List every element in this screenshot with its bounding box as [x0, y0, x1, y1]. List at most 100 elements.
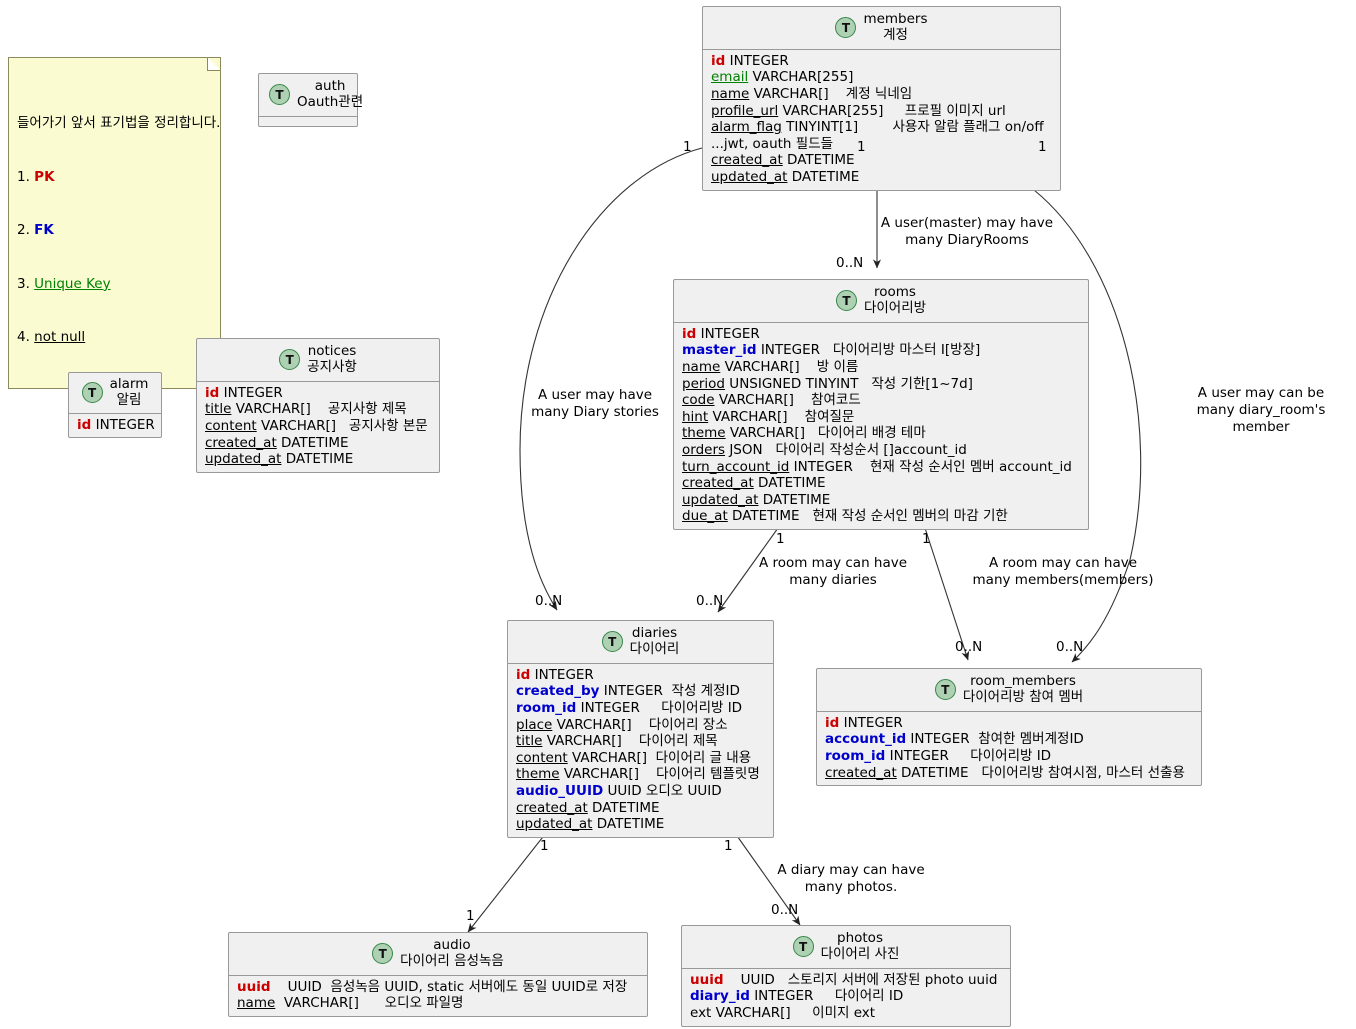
entity-photos-body: uuid UUID 스토리지 서버에 저장된 photo uuid diary_…	[682, 969, 1010, 1026]
field-row: theme VARCHAR[] 다이어리 템플릿명	[516, 766, 760, 783]
field-row: place VARCHAR[] 다이어리 장소	[516, 716, 728, 733]
entity-notices-name: notices	[307, 343, 357, 359]
mult-members-room-members-from: 1	[1038, 139, 1047, 155]
label-rooms-diaries: A room may can have many diaries	[758, 555, 908, 588]
entity-alarm-name: alarm	[109, 376, 149, 392]
field-row: room_id INTEGER 다이어리방 ID	[825, 748, 1052, 765]
entity-rooms-header: rooms 다이어리방	[674, 280, 1088, 323]
field-row: name VARCHAR[] 오디오 파일명	[237, 995, 464, 1012]
note-fold-corner	[207, 57, 221, 71]
field-row: created_at DATETIME 다이어리방 참여시점, 마스터 선출용	[825, 764, 1185, 781]
field-row: content VARCHAR[] 다이어리 글 내용	[516, 749, 752, 766]
mult-rooms-room-members-from: 1	[922, 531, 931, 547]
field-row: id INTEGER	[77, 416, 155, 433]
label-members-room-members: A user may can be many diary_room's memb…	[1196, 385, 1326, 435]
field-row: created_at DATETIME	[205, 434, 349, 451]
field-row: code VARCHAR[] 참여코드	[682, 392, 861, 409]
mult-rooms-diaries-to: 0..N	[696, 593, 724, 609]
entity-audio-name: audio	[433, 937, 471, 953]
field-row: ext VARCHAR[] 이미지 ext	[690, 1005, 876, 1022]
field-row: updated_at DATETIME	[205, 451, 354, 468]
field-row: uuid UUID 스토리지 서버에 저장된 photo uuid	[690, 971, 998, 988]
table-icon	[81, 382, 103, 404]
field-row: period UNSIGNED TINYINT 작성 기한[1~7d]	[682, 375, 973, 392]
field-row: hint VARCHAR[] 참여질문	[682, 408, 855, 425]
field-row: alarm_flag TINYINT[1] 사용자 알람 플래그 on/off	[711, 119, 1044, 136]
field-row: ...jwt, oauth 필드들	[711, 135, 834, 152]
field-row: name VARCHAR[] 방 이름	[682, 359, 859, 376]
field-row: due_at DATETIME 현재 작성 순서인 멤버의 마감 기한	[682, 508, 1008, 525]
entity-members-sub: 계정	[883, 26, 908, 43]
entity-room-members-name: room_members	[970, 673, 1076, 689]
entity-notices-sub: 공지사항	[307, 358, 357, 375]
field-row: theme VARCHAR[] 다이어리 배경 테마	[682, 425, 926, 442]
entity-photos-name: photos	[837, 930, 883, 946]
label-members-diaries: A user may have many Diary stories	[531, 387, 659, 420]
legend-note: 들어가기 앞서 표기법을 정리합니다. 1. PK 2. FK 3. Uniqu…	[8, 57, 221, 389]
mult-diaries-photos-to: 0..N	[771, 902, 799, 918]
field-row: updated_at DATETIME	[711, 169, 860, 185]
field-row: id INTEGER	[205, 384, 283, 401]
entity-auth-body	[259, 117, 357, 126]
table-icon	[934, 679, 956, 701]
entity-alarm-header: alarm 알림	[69, 373, 161, 414]
erd-canvas: 들어가기 앞서 표기법을 정리합니다. 1. PK 2. FK 3. Uniqu…	[0, 0, 1356, 1029]
field-row: id INTEGER	[516, 666, 594, 683]
field-row: content VARCHAR[] 공지사항 본문	[205, 418, 428, 435]
field-row: id INTEGER	[825, 714, 903, 731]
entity-members-name: members	[863, 11, 928, 27]
entity-room-members[interactable]: room_members 다이어리방 참여 멤버 id INTEGER acco…	[816, 668, 1202, 787]
entity-notices[interactable]: notices 공지사항 id INTEGER title VARCHAR[] …	[196, 338, 440, 473]
mult-members-room-members-to: 0..N	[1056, 639, 1084, 655]
note-text-uk: Unique Key	[34, 275, 111, 292]
field-row: title VARCHAR[] 다이어리 제목	[516, 733, 718, 750]
mult-diaries-photos-from: 1	[724, 838, 733, 854]
label-rooms-room-members: A room may can have many members(members…	[972, 555, 1154, 588]
entity-diaries-body: id INTEGER created_by INTEGER 작성 계정ID ro…	[508, 664, 773, 837]
table-icon	[372, 943, 394, 965]
entity-auth[interactable]: auth Oauth관련	[258, 73, 363, 127]
mult-members-diaries-to: 0..N	[535, 593, 563, 609]
mult-members-diaries-from: 1	[683, 139, 692, 155]
field-row: profile_url VARCHAR[255] 프로필 이미지 url	[711, 102, 1006, 119]
entity-diaries[interactable]: diaries 다이어리 id INTEGER created_by INTEG…	[507, 620, 774, 838]
field-row: created_by INTEGER 작성 계정ID	[516, 683, 740, 700]
entity-photos-header: photos 다이어리 사진	[682, 926, 1010, 969]
entity-rooms[interactable]: rooms 다이어리방 id INTEGER master_id INTEGER…	[673, 279, 1089, 530]
field-row: created_at DATETIME	[682, 475, 826, 492]
mult-members-rooms-to: 0..N	[836, 255, 864, 271]
entity-members-header: members 계정	[703, 7, 1060, 50]
mult-rooms-room-members-to: 0..N	[955, 639, 983, 655]
note-line-3: 3. Unique Key	[17, 275, 111, 292]
table-icon	[279, 349, 301, 371]
note-line-1: 1. PK	[17, 168, 55, 185]
field-row: title VARCHAR[] 공지사항 제목	[205, 401, 407, 418]
field-row: created_at DATETIME	[516, 799, 660, 816]
note-text-0: 들어가기 앞서 표기법을 정리합니다.	[17, 115, 221, 132]
entity-audio[interactable]: audio 다이어리 음성녹음 uuid UUID 음성녹음 UUID, sta…	[228, 932, 648, 1018]
field-row: room_id INTEGER 다이어리방 ID	[516, 700, 743, 717]
table-icon	[792, 936, 814, 958]
field-row: turn_account_id INTEGER 현재 작성 순서인 멤버 acc…	[682, 458, 1072, 475]
field-row: id INTEGER	[711, 52, 789, 69]
entity-members[interactable]: members 계정 id INTEGER email VARCHAR[255]…	[702, 6, 1061, 191]
entity-auth-header: auth Oauth관련	[259, 74, 363, 117]
note-text-pk: PK	[34, 168, 55, 185]
entity-audio-header: audio 다이어리 음성녹음	[229, 933, 647, 976]
note-line-2: 2. FK	[17, 222, 54, 239]
field-row: uuid UUID 음성녹음 UUID, static 서버에도 동일 UUID…	[237, 978, 628, 995]
entity-alarm[interactable]: alarm 알림 id INTEGER	[68, 372, 162, 439]
table-icon	[835, 290, 857, 312]
field-row: name VARCHAR[] 계정 닉네임	[711, 86, 913, 103]
entity-alarm-body: id INTEGER	[69, 414, 161, 438]
table-icon	[269, 84, 290, 106]
note-text-fk: FK	[34, 222, 54, 239]
field-row: master_id INTEGER 다이어리방 마스터 I[방장]	[682, 342, 981, 359]
entity-auth-sub: Oauth관련	[297, 93, 364, 110]
field-row: diary_id INTEGER 다이어리 ID	[690, 988, 904, 1005]
field-row: email VARCHAR[255]	[711, 69, 854, 86]
entity-photos[interactable]: photos 다이어리 사진 uuid UUID 스토리지 서버에 저장된 ph…	[681, 925, 1011, 1027]
entity-rooms-sub: 다이어리방	[863, 299, 927, 316]
field-row: account_id INTEGER 참여한 멤버계정ID	[825, 731, 1084, 748]
entity-alarm-sub: 알림	[116, 391, 142, 408]
